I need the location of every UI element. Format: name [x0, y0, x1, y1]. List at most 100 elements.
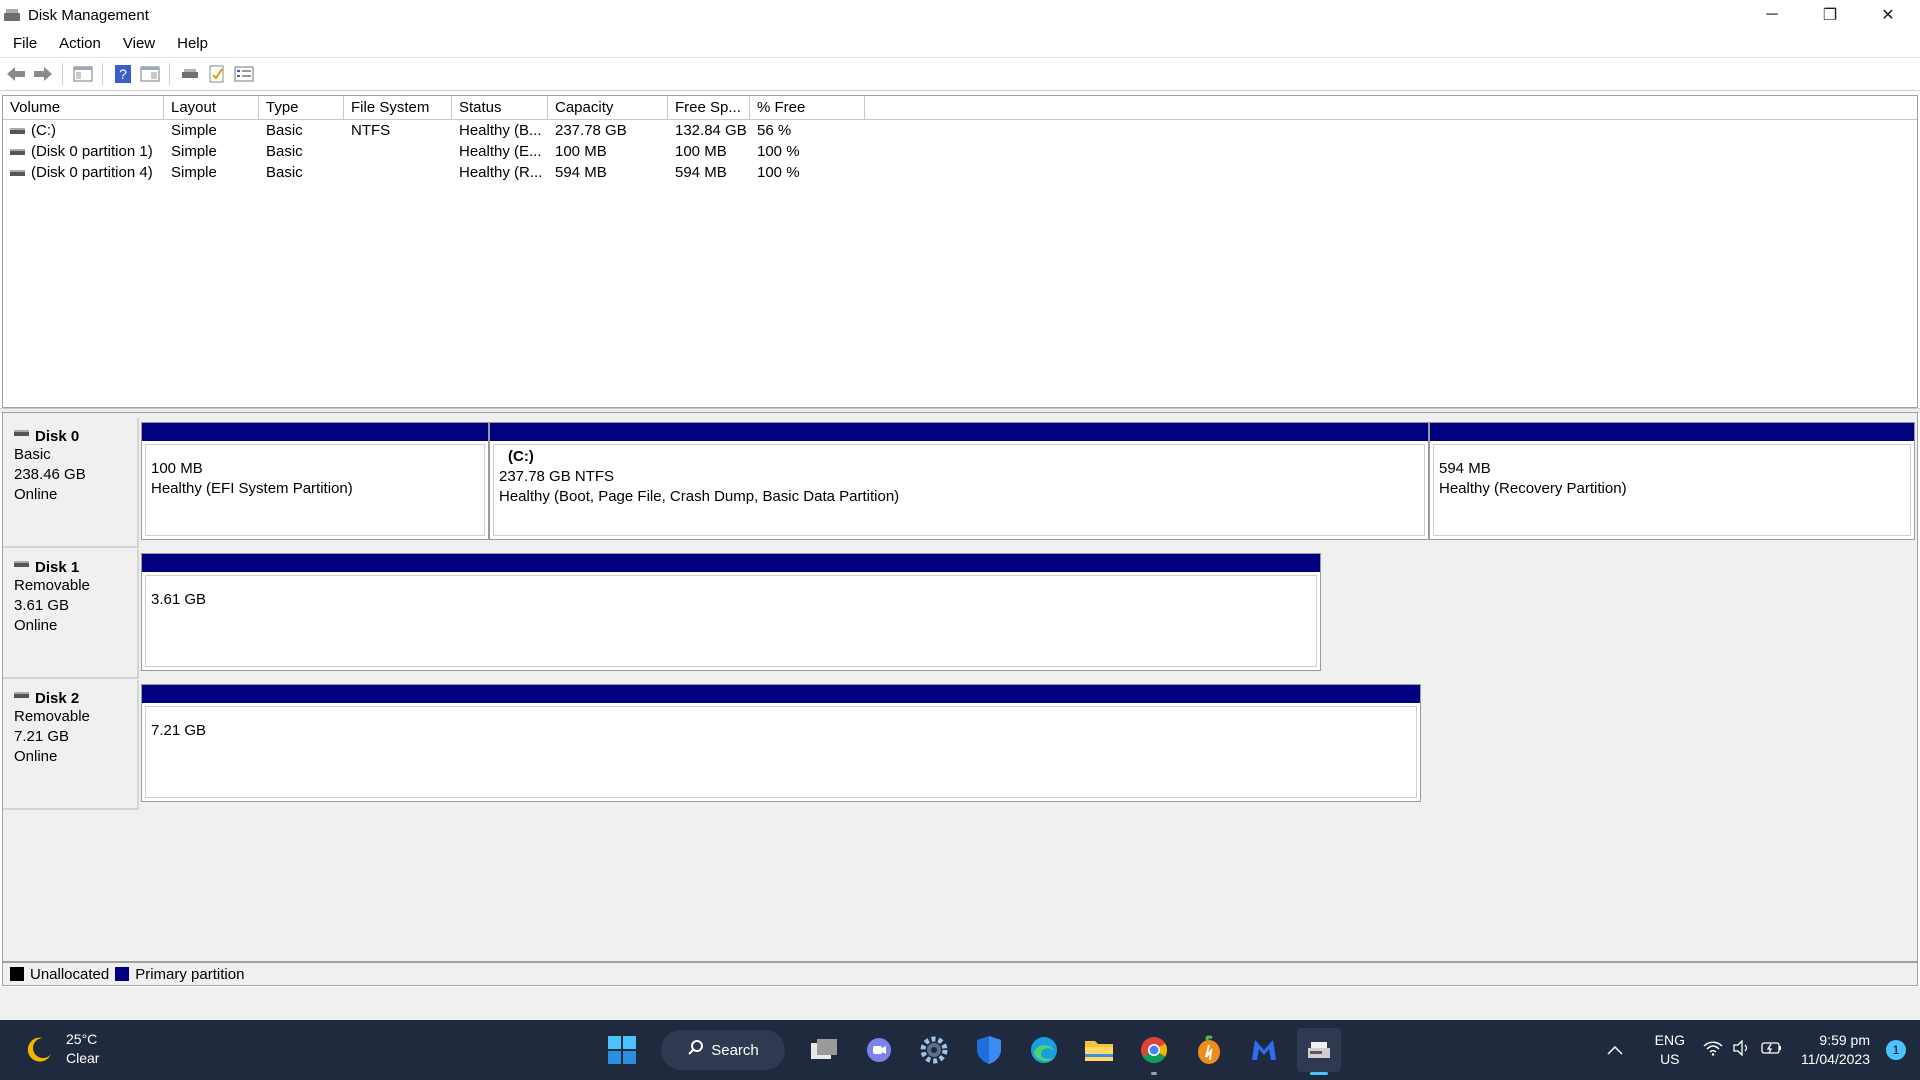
free-space-cell: 594 MB — [675, 164, 727, 181]
help-icon[interactable]: ? — [112, 63, 134, 85]
partition-label: (C:) — [508, 448, 534, 465]
settings-list-icon[interactable] — [233, 63, 255, 85]
disk-type: Basic — [14, 446, 51, 463]
restore-button[interactable]: ❐ — [1801, 0, 1859, 30]
disk-info-panel[interactable]: Disk 0 Basic 238.46 GB Online — [3, 418, 139, 548]
connect-drive-icon[interactable] — [179, 63, 201, 85]
settings-icon[interactable] — [912, 1028, 956, 1072]
primary-partition-bar — [142, 685, 1420, 703]
disk-type: Removable — [14, 708, 90, 725]
svg-text:?: ? — [119, 66, 127, 82]
disk-row-disk-0[interactable]: Disk 0 Basic 238.46 GB Online 100 MB Hea… — [3, 418, 1917, 548]
column-header-status[interactable]: Status — [452, 96, 548, 119]
capacity-cell: 237.78 GB — [555, 122, 627, 139]
column-header-type[interactable]: Type — [259, 96, 344, 119]
menu-view[interactable]: View — [112, 31, 166, 56]
disk-drive-icon — [14, 560, 29, 567]
input-language-indicator[interactable]: ENG US — [1655, 1031, 1685, 1069]
volume-icon — [10, 170, 25, 177]
checklist-icon[interactable] — [206, 63, 228, 85]
clock[interactable]: 9:59 pm 11/04/2023 — [1801, 1031, 1870, 1069]
partition-status: Healthy (Recovery Partition) — [1439, 480, 1627, 497]
disk-state: Online — [14, 617, 58, 634]
defender-icon[interactable] — [967, 1028, 1011, 1072]
partition-size: 100 MB — [151, 460, 203, 477]
chrome-icon[interactable] — [1132, 1028, 1176, 1075]
task-view-icon[interactable] — [802, 1028, 846, 1072]
menu-file[interactable]: File — [0, 31, 48, 56]
disk-state: Online — [14, 486, 58, 503]
menu-help[interactable]: Help — [166, 31, 219, 56]
minimize-button[interactable]: ─ — [1743, 0, 1801, 30]
properties-pane-icon[interactable] — [139, 63, 161, 85]
type-cell: Basic — [266, 143, 303, 160]
partition-removable-1[interactable]: 3.61 GB — [141, 553, 1321, 671]
partition-size: 3.61 GB — [151, 591, 207, 608]
column-header-percent-free[interactable]: % Free — [750, 96, 865, 119]
disk-info-panel[interactable]: Disk 2 Removable 7.21 GB Online — [3, 680, 139, 810]
console-tree-icon[interactable] — [72, 63, 94, 85]
start-icon[interactable] — [600, 1028, 644, 1072]
partition-recovery[interactable]: 594 MB Healthy (Recovery Partition) — [1429, 422, 1915, 540]
weather-temperature: 25°C — [66, 1031, 98, 1047]
type-cell: Basic — [266, 122, 303, 139]
percent-free-cell: 56 % — [757, 122, 792, 139]
close-button[interactable]: ✕ — [1859, 0, 1917, 30]
table-row[interactable]: (Disk 0 partition 1) Simple Basic Health… — [3, 141, 1917, 162]
primary-partition-bar — [490, 423, 1428, 441]
quick-settings[interactable] — [1703, 1039, 1783, 1060]
capacity-cell: 594 MB — [555, 164, 607, 181]
weather-description: Clear — [66, 1050, 100, 1066]
volume-icon — [10, 128, 25, 135]
volume-icon — [10, 149, 25, 156]
layout-cell: Simple — [171, 143, 217, 160]
column-header-layout[interactable]: Layout — [164, 96, 259, 119]
battery-charging-icon — [1761, 1041, 1783, 1059]
column-header-capacity[interactable]: Capacity — [548, 96, 668, 119]
percent-free-cell: 100 % — [757, 164, 800, 181]
percent-free-cell: 100 % — [757, 143, 800, 160]
notification-badge[interactable]: 1 — [1886, 1040, 1906, 1060]
file-explorer-icon[interactable] — [1077, 1028, 1121, 1072]
taskbar-search-button[interactable]: Search — [661, 1030, 785, 1070]
search-label: Search — [711, 1041, 759, 1059]
fl-studio-icon[interactable] — [1187, 1028, 1231, 1072]
disk-info-panel[interactable]: Disk 1 Removable 3.61 GB Online — [3, 549, 139, 679]
column-header-volume[interactable]: Volume — [3, 96, 164, 119]
table-row[interactable]: (C:) Simple Basic NTFS Healthy (B... 237… — [3, 120, 1917, 141]
disk-row-disk-1[interactable]: Disk 1 Removable 3.61 GB Online 3.61 GB — [3, 549, 1917, 679]
partition-efi[interactable]: 100 MB Healthy (EFI System Partition) — [141, 422, 489, 540]
partition-size: 237.78 GB NTFS — [499, 468, 615, 485]
partition-legend: Unallocated Primary partition — [2, 962, 1918, 986]
partition-c-drive[interactable]: (C:) 237.78 GB NTFS Healthy (Boot, Page … — [489, 422, 1429, 540]
menu-bar: File Action View Help — [0, 31, 1920, 56]
toolbar-separator — [169, 63, 170, 85]
forward-icon[interactable] — [32, 63, 54, 85]
partition-removable-2[interactable]: 7.21 GB — [141, 684, 1421, 802]
status-cell: Healthy (B... — [459, 122, 542, 139]
disk-row-disk-2[interactable]: Disk 2 Removable 7.21 GB Online 7.21 GB — [3, 680, 1917, 810]
weather-widget[interactable]: 25°C Clear — [24, 1030, 99, 1068]
disk-type: Removable — [14, 577, 90, 594]
disk-graphical-view: Disk 0 Basic 238.46 GB Online 100 MB Hea… — [2, 412, 1918, 962]
window-title: Disk Management — [28, 6, 149, 24]
running-indicator — [1151, 1072, 1157, 1075]
system-tray: ENG US 9:59 pm 11/04/2023 1 — [1595, 1020, 1920, 1080]
show-hidden-icons-chevron-icon[interactable] — [1595, 1045, 1635, 1055]
edge-icon[interactable] — [1022, 1028, 1066, 1072]
column-header-file-system[interactable]: File System — [344, 96, 452, 119]
disk-management-icon[interactable] — [1297, 1028, 1341, 1075]
chat-icon[interactable] — [857, 1028, 901, 1072]
back-icon[interactable] — [5, 63, 27, 85]
table-row[interactable]: (Disk 0 partition 4) Simple Basic Health… — [3, 162, 1917, 183]
partition-size: 594 MB — [1439, 460, 1491, 477]
menu-action[interactable]: Action — [48, 31, 112, 56]
disk-name: Disk 0 — [35, 428, 80, 445]
disk-name: Disk 2 — [35, 690, 80, 707]
search-icon — [687, 1039, 705, 1061]
disk-drive-icon — [14, 691, 29, 698]
layout-cell: Simple — [171, 122, 217, 139]
disk-management-app-icon — [4, 8, 22, 22]
malwarebytes-icon[interactable] — [1242, 1028, 1286, 1072]
column-header-free-space[interactable]: Free Sp... — [668, 96, 750, 119]
